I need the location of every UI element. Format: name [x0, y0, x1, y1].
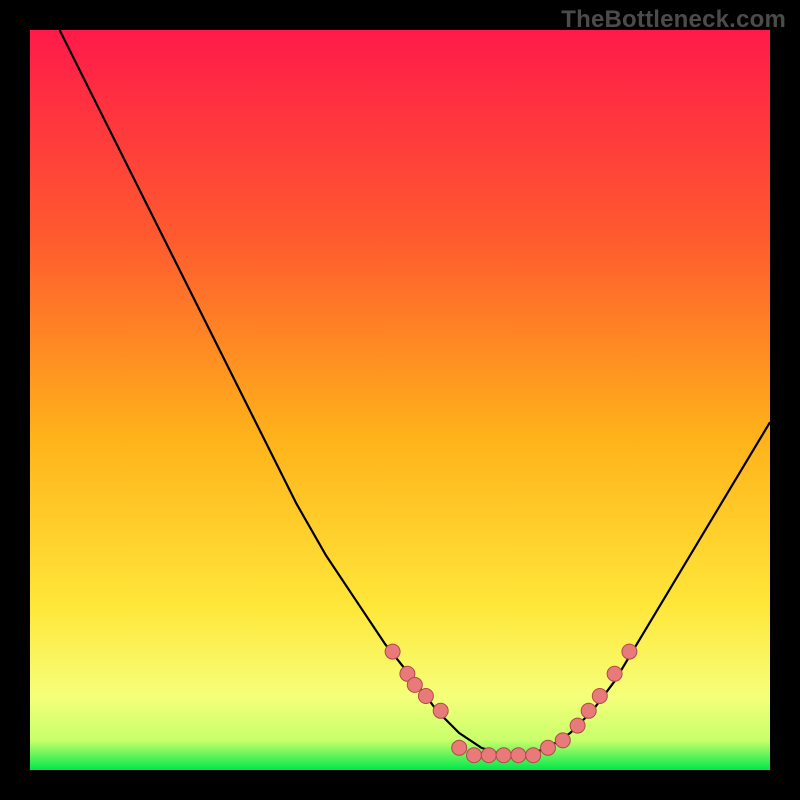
- highlight-dot: [418, 689, 433, 704]
- highlight-dot: [385, 644, 400, 659]
- highlight-dot: [570, 718, 585, 733]
- highlight-dot: [622, 644, 637, 659]
- highlight-dot: [555, 733, 570, 748]
- highlight-dot: [496, 748, 511, 763]
- highlight-dot: [511, 748, 526, 763]
- highlight-dot: [581, 703, 596, 718]
- highlight-dot: [541, 740, 556, 755]
- highlight-dot: [526, 748, 541, 763]
- highlight-dot: [481, 748, 496, 763]
- highlight-dot: [407, 677, 422, 692]
- watermark-text: TheBottleneck.com: [561, 6, 786, 34]
- plot-area: [30, 30, 770, 770]
- chart-frame: TheBottleneck.com: [0, 0, 800, 800]
- highlight-dot: [592, 689, 607, 704]
- highlight-dot: [452, 740, 467, 755]
- chart-svg: [0, 0, 800, 800]
- highlight-dot: [433, 703, 448, 718]
- highlight-dot: [467, 748, 482, 763]
- highlight-dot: [607, 666, 622, 681]
